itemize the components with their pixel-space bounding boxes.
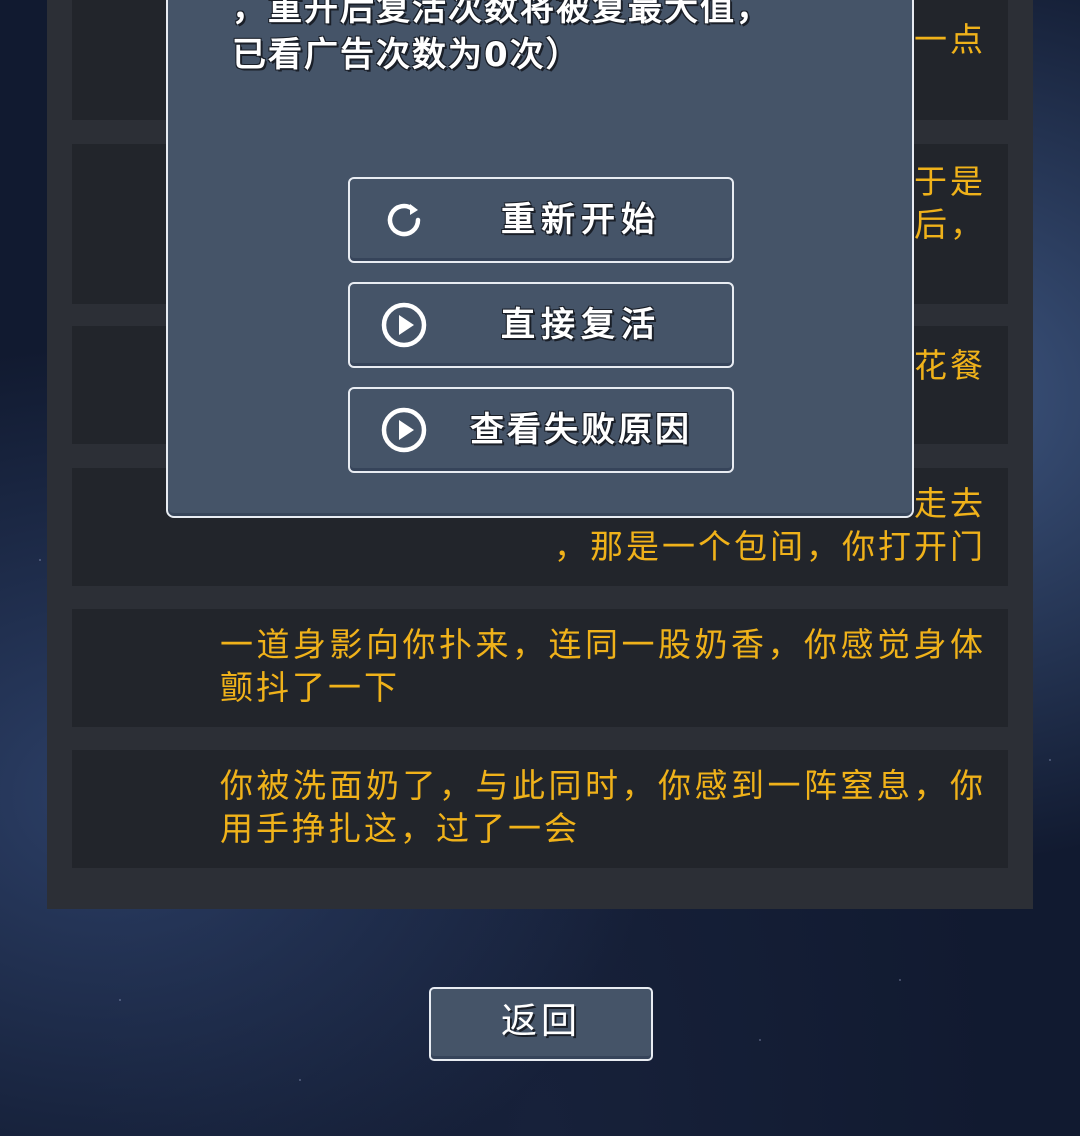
back-label: 返回 <box>500 1001 581 1042</box>
dialog-message: ，重开后复活次数将被复最大值， 已看广告次数为0次） <box>232 0 772 75</box>
log-entry-text: 一道身影向你扑来，连同一股奶香，你感觉身体颤抖了一下 <box>220 625 986 707</box>
restart-button[interactable]: 重新开始 <box>348 177 734 263</box>
restart-label: 重新开始 <box>501 200 661 240</box>
refresh-icon <box>387 203 421 237</box>
play-icon <box>381 302 427 348</box>
view-failure-reason-label: 查看失败原因 <box>470 410 692 450</box>
revive-button[interactable]: 直接复活 <box>348 282 734 368</box>
log-entry: 你被洗面奶了，与此同时，你感到一阵窒息，你用手挣扎这，过了一会 <box>72 750 1008 868</box>
play-icon <box>381 407 427 453</box>
revive-label: 直接复活 <box>501 305 661 345</box>
log-entry: 一道身影向你扑来，连同一股奶香，你感觉身体颤抖了一下 <box>72 609 1008 727</box>
game-over-dialog: ，重开后复活次数将被复最大值， 已看广告次数为0次） 重新开始 直接复活 查看失… <box>166 0 914 518</box>
view-failure-reason-button[interactable]: 查看失败原因 <box>348 387 734 473</box>
back-button[interactable]: 返回 <box>429 987 653 1061</box>
log-entry-text: 你被洗面奶了，与此同时，你感到一阵窒息，你用手挣扎这，过了一会 <box>220 766 986 848</box>
